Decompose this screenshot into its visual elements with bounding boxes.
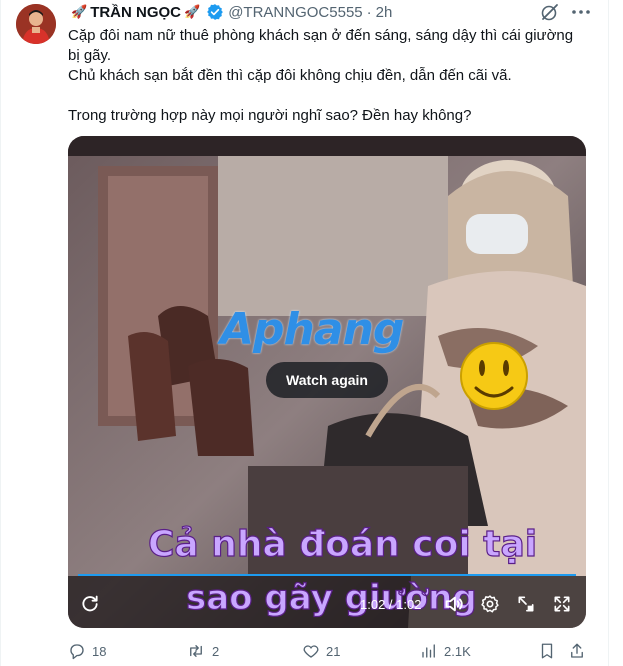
video-watermark: Aphang — [220, 304, 404, 355]
post-text-line-3: Trong trường hợp này mọi người nghĩ sao?… — [68, 107, 472, 124]
post-timestamp[interactable]: 2h — [376, 4, 393, 21]
heart-icon — [303, 645, 319, 658]
share-icon — [571, 643, 583, 658]
share-button[interactable] — [568, 638, 592, 664]
header-separator: · — [366, 3, 372, 21]
views-count: 2.1K — [444, 643, 471, 659]
views-icon — [422, 644, 435, 658]
repost-icon — [190, 645, 202, 657]
post-text-line-1: Cặp đôi nam nữ thuê phòng khách sạn ở đế… — [68, 27, 574, 64]
fullscreen-icon[interactable] — [550, 592, 574, 616]
volume-icon[interactable] — [442, 592, 466, 616]
bookmark-button[interactable] — [538, 638, 562, 664]
timeline-left-border — [0, 0, 1, 666]
reply-button[interactable]: 18 — [68, 638, 106, 664]
repost-button[interactable]: 2 — [186, 638, 219, 664]
reply-icon — [70, 644, 84, 660]
like-count: 21 — [326, 643, 341, 659]
video-player[interactable]: Aphang Watch again Cả nhà đoán coi tại s… — [68, 136, 586, 628]
video-controls: 1:02 / 1:02 — [68, 588, 586, 620]
verified-badge-icon — [206, 3, 224, 21]
picture-in-picture-icon[interactable] — [514, 592, 538, 616]
author-handle[interactable]: @TRANNGOC5555 — [228, 4, 362, 21]
repost-count: 2 — [212, 643, 220, 659]
post-text: Cặp đôi nam nữ thuê phòng khách sạn ở đế… — [68, 26, 588, 126]
video-time-readout: 1:02 / 1:02 — [360, 597, 422, 612]
rocket-emoji-left: 🚀 — [71, 4, 88, 19]
post-header: 🚀 TRẦN NGỌC 🚀 @TRANNGOC5555 · 2h — [68, 2, 392, 22]
video-caption-line-1: Cả nhà đoán coi tại — [147, 523, 538, 565]
grok-icon[interactable] — [540, 2, 560, 22]
post-actions: 18 2 21 2.1K — [68, 638, 588, 664]
settings-icon[interactable] — [478, 592, 502, 616]
timeline-right-border — [608, 0, 609, 666]
author-avatar[interactable] — [16, 4, 56, 44]
reply-count: 18 — [92, 643, 107, 659]
author-name[interactable]: TRẦN NGỌC — [90, 4, 181, 21]
like-button[interactable]: 21 — [302, 638, 340, 664]
watch-again-button[interactable]: Watch again — [266, 362, 388, 398]
more-options-icon[interactable] — [570, 2, 592, 22]
replay-icon[interactable] — [78, 592, 102, 616]
video-progress-bar[interactable] — [78, 574, 576, 576]
video-progress-fill — [78, 574, 576, 576]
bookmark-icon — [541, 643, 553, 659]
rocket-emoji-right: 🚀 — [184, 4, 201, 19]
post-text-line-2: Chủ khách sạn bắt đền thì cặp đôi không … — [68, 67, 512, 84]
views-button[interactable]: 2.1K — [420, 638, 471, 664]
